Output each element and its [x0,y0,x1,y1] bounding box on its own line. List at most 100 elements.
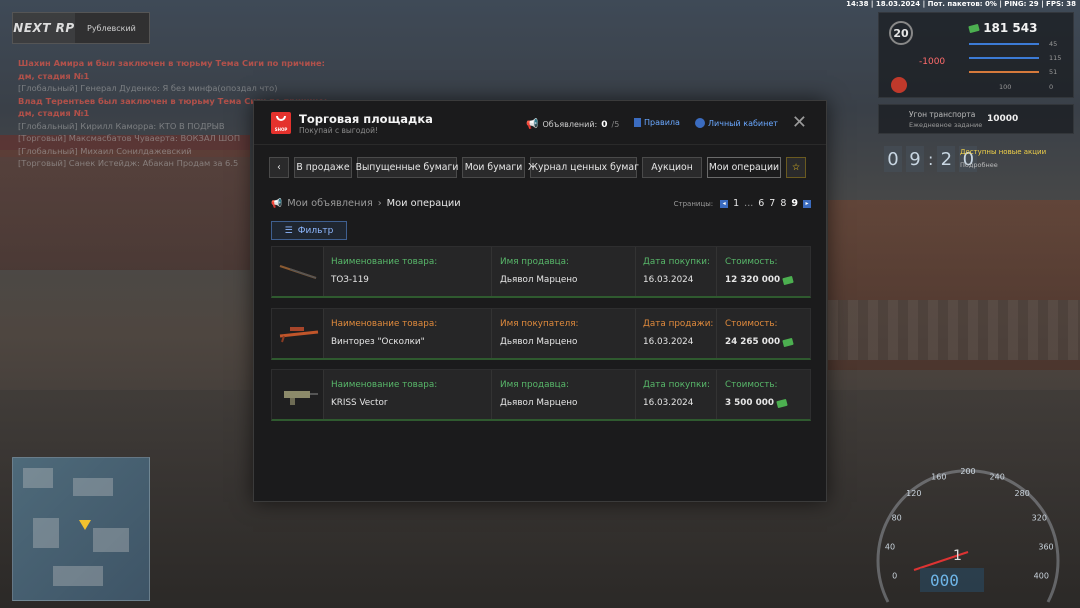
page-link[interactable]: 6 [758,198,764,209]
tab-my-papers[interactable]: Мои бумаги [462,157,525,178]
page-prev-icon[interactable]: ◂ [720,199,729,208]
hud-bar [969,43,1039,45]
minimap [12,457,150,601]
background-fence [828,300,1080,360]
map-block [53,566,103,586]
hud-stat: 100 [999,83,1012,91]
column-divider [635,370,636,419]
ads-counter: 📢 Объявлений: 0 /5 [526,119,619,130]
tab-auction[interactable]: Аукцион [642,157,702,178]
date-value: 16.03.2024 [643,398,694,408]
speedo-tick-label: 280 [1015,489,1030,498]
item-name: ТОЗ-119 [331,275,369,285]
favorites-button[interactable]: ☆ [786,157,806,178]
window-title: Торговая площадка [299,112,433,126]
rifle-icon [279,264,316,279]
promo-note[interactable]: Доступны новые акции [960,148,1046,156]
window-subtitle: Покупай с выгодой! [299,126,378,135]
map-block [73,478,113,496]
column-divider [491,247,492,296]
task-reward: 10000 [987,114,1019,124]
page-link[interactable]: 1 [733,198,739,209]
hud-bar [969,57,1039,59]
speedo-tick-label: 240 [990,473,1005,482]
page-link[interactable]: 7 [769,198,775,209]
tab-on-sale[interactable]: В продаже [294,157,352,178]
ads-max: /5 [611,120,620,129]
item-name-header: Наименование товара: [331,380,438,390]
shop-logo-icon: SHOP [271,112,291,134]
tab-bar: ‹ В продаже Выпущенные бумаги Мои бумаги… [269,157,806,178]
cash-icon [968,23,980,34]
operation-row[interactable]: Наименование товара: ТОЗ-119 Имя продавца… [271,246,811,298]
page-link-current[interactable]: 9 [791,198,798,209]
operation-row[interactable]: Наименование товара: Винторез "Осколки" И… [271,308,811,360]
tab-my-operations[interactable]: Мои операции [707,157,781,178]
item-name-header: Наименование товара: [331,319,438,329]
cost-value: 3 500 000 [725,398,788,408]
server-logo: NEXT RP Рублевский [12,12,150,44]
hud-stat: 0 [1049,83,1054,91]
column-divider [716,370,717,419]
pagination: Страницы: ◂ 1 ... 6 7 8 9 ▸ [674,198,811,209]
hud-stat: 115 [1049,54,1062,62]
breadcrumb-my-ads[interactable]: Мои объявления [287,198,373,209]
hud-stat: 45 [1049,40,1058,48]
document-icon [634,118,641,127]
ads-count: 0 [601,119,608,130]
hud-stat: 51 [1049,68,1058,76]
cost-value: 12 320 000 [725,275,794,285]
marketplace-window: SHOP Торговая площадка Покупай с выгодой… [253,100,827,502]
column-divider [716,247,717,296]
status-bar: 14:38 | 18.03.2024 | Пот. пакетов: 0% | … [846,0,1076,8]
clock-digit: 0 [884,146,902,172]
tab-issued-papers[interactable]: Выпущенные бумаги [356,157,458,178]
page-link[interactable]: 8 [780,198,786,209]
sliders-icon: ☰ [284,225,293,236]
speedo-tick-label: 120 [906,489,921,498]
operation-row[interactable]: Наименование товара: KRISS Vector Имя про… [271,369,811,421]
megaphone-icon: 📢 [526,119,539,130]
column-divider [491,370,492,419]
clock-digit: 2 [937,146,956,172]
item-thumbnail [272,247,324,296]
date-header: Дата покупки: [643,257,710,267]
cost-header: Стоимость: [725,257,778,267]
party-name: Дьявол Марцено [500,337,578,347]
column-divider [635,309,636,358]
party-header: Имя продавца: [500,380,570,390]
back-button[interactable]: ‹ [269,157,289,178]
item-thumbnail [272,309,324,358]
map-block [93,528,129,552]
date-header: Дата покупки: [643,380,710,390]
column-divider [635,247,636,296]
promo-more[interactable]: Подробнее [960,161,998,169]
date-value: 16.03.2024 [643,337,694,347]
cash-icon [782,337,794,347]
item-name: Винторез "Осколки" [331,337,425,347]
ads-label: Объявлений: [542,120,598,129]
speedo-tick-label: 0 [892,572,897,581]
wanted-icon [891,77,907,93]
chevron-left-icon: ‹ [277,162,281,173]
party-name: Дьявол Марцено [500,275,578,285]
item-name: KRISS Vector [331,398,388,408]
close-icon[interactable]: ✕ [792,112,807,133]
smg-icon [283,390,318,405]
task-title: Угон транспорта [909,110,976,119]
player-money: 181 543 [968,21,1037,35]
megaphone-icon: 📢 [271,198,283,209]
speedo-tick-label: 160 [931,473,946,482]
hud-bar [969,71,1039,73]
tab-securities-journal[interactable]: Журнал ценных бумаг [528,157,639,178]
rules-link[interactable]: Правила [634,118,680,127]
cabinet-link[interactable]: Личный кабинет [695,118,778,128]
filter-button[interactable]: ☰ Фильтр [271,221,347,240]
speedo-tick-label: 320 [1032,513,1047,522]
page-next-icon[interactable]: ▸ [803,199,811,208]
speedo-tick-label: 40 [885,542,895,551]
player-debt: -1000 [919,57,946,67]
item-name-header: Наименование товара: [331,257,438,267]
daily-task[interactable]: Угон транспорта Ежедневное задание 10000 [878,104,1074,134]
task-subtitle: Ежедневное задание [909,121,983,129]
